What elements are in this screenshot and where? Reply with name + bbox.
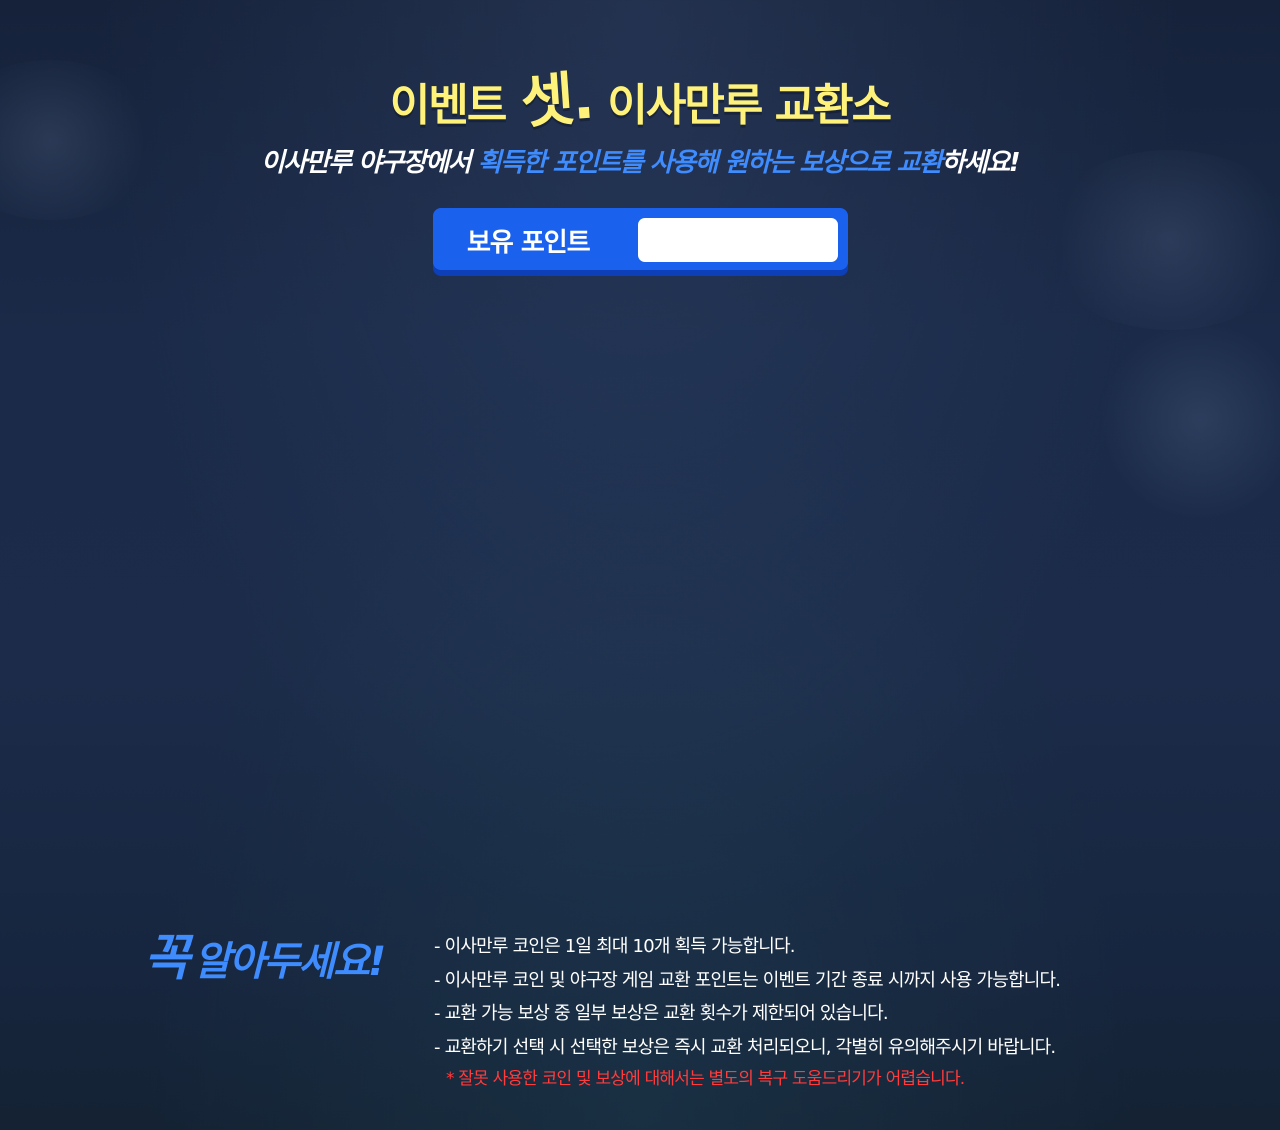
points-panel: 보유 포인트 (433, 208, 848, 270)
points-value-field[interactable] (638, 218, 838, 262)
notice-item: - 이사만루 코인은 1일 최대 10개 획득 가능합니다. (434, 936, 796, 957)
subtitle-end: 하세요! (941, 148, 1021, 178)
page-subtitle: 이사만루 야구장에서 획득한 포인트를 사용해 원하는 보상으로 교환하세요! (0, 142, 1280, 179)
points-label: 보유 포인트 (467, 228, 591, 258)
subtitle-start: 이사만루 야구장에서 (260, 148, 472, 178)
title-prefix: 이벤트 (389, 80, 507, 131)
notice-title-big: 꼭 (144, 929, 190, 987)
notice-item: - 이사만루 코인 및 야구장 게임 교환 포인트는 이벤트 기간 종료 시까지… (434, 969, 1061, 991)
subtitle-highlight: 획득한 포인트를 사용해 원하는 보상으로 교환 (477, 148, 943, 178)
notice-list: - 이사만루 코인은 1일 최대 10개 획득 가능합니다. - 이사만루 코인… (434, 932, 1061, 1066)
notice-item: - 교환하기 선택 시 선택한 보상은 즉시 교환 처리되오니, 각별히 유의해… (434, 1036, 1056, 1058)
title-suffix: 이사만루 교환소 (607, 80, 892, 131)
notice-title: 꼭 알아두세요! (144, 918, 386, 990)
title-emphasis: 셋. (518, 63, 595, 137)
page-title: 이벤트 셋. 이사만루 교환소 (0, 63, 1280, 137)
warning-text: * 잘못 사용한 코인 및 보상에 대해서는 별도의 복구 도움드리기가 어렵습… (446, 1069, 965, 1089)
notice-item: - 교환 가능 보상 중 일부 보상은 교환 횟수가 제한되어 있습니다. (434, 1003, 889, 1024)
event-page: 이벤트 셋. 이사만루 교환소 이사만루 야구장에서 획득한 포인트를 사용해 … (0, 0, 1280, 1130)
notice-title-rest: 알아두세요! (194, 939, 386, 985)
stadium-light (1100, 320, 1280, 520)
